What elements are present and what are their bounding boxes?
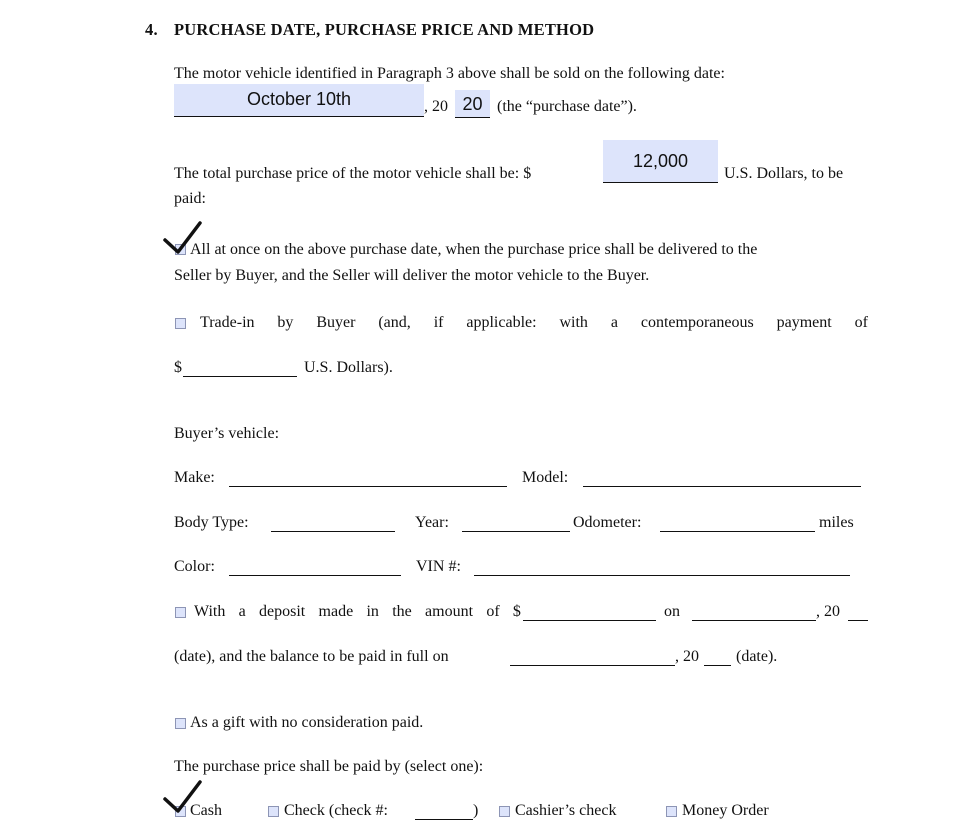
- purchase-price-prefix: The total purchase price of the motor ve…: [174, 165, 532, 182]
- buyers-vehicle-label: Buyer’s vehicle:: [174, 425, 280, 442]
- word: contemporaneous: [640, 314, 754, 331]
- word: made: [318, 603, 354, 620]
- deposit-date-field[interactable]: [692, 620, 816, 621]
- section-title: PURCHASE DATE, PURCHASE PRICE AND METHOD: [174, 20, 595, 39]
- trade-in-dollar: $: [174, 359, 182, 376]
- balance-year-prefix: , 20: [675, 648, 699, 665]
- word: applicable:: [466, 314, 537, 331]
- word: a: [238, 603, 246, 620]
- gift-label: As a gift with no consideration paid.: [190, 714, 424, 731]
- color-field[interactable]: [229, 575, 401, 576]
- deposit-year-field[interactable]: [848, 620, 868, 621]
- trade-in-checkbox[interactable]: [175, 318, 186, 329]
- year-label: Year:: [415, 514, 449, 531]
- purchase-date-underline: [174, 116, 424, 117]
- balance-date-field[interactable]: [510, 665, 675, 666]
- deposit-amount-field[interactable]: [523, 620, 656, 621]
- model-label: Model:: [522, 469, 569, 486]
- balance-line-prefix: (date), and the balance to be paid in fu…: [174, 648, 449, 665]
- purchase-date-suffix: (the “purchase date”).: [497, 98, 637, 115]
- section-number: 4.: [145, 20, 158, 39]
- word: of: [486, 603, 500, 620]
- year-field[interactable]: [462, 531, 570, 532]
- make-field[interactable]: [229, 486, 507, 487]
- purchase-year-underline: [455, 117, 490, 118]
- word: with: [559, 314, 588, 331]
- cashiers-check-label: Cashier’s check: [515, 802, 617, 819]
- cash-label: Cash: [190, 802, 222, 819]
- body-type-label: Body Type:: [174, 514, 249, 531]
- deposit-on-label: on: [664, 603, 680, 620]
- model-field[interactable]: [583, 486, 861, 487]
- deposit-year-prefix: , 20: [816, 603, 840, 620]
- word: With: [194, 603, 226, 620]
- purchase-date-field[interactable]: October 10th: [174, 84, 424, 116]
- word: by: [277, 314, 294, 331]
- purchase-price-paid-label: paid:: [174, 190, 206, 207]
- all-at-once-line1: All at once on the above purchase date, …: [190, 241, 758, 258]
- word: (and,: [378, 314, 411, 331]
- odometer-label: Odometer:: [573, 514, 642, 531]
- word: Buyer: [316, 314, 356, 331]
- trade-in-line1: Trade-in by Buyer (and, if applicable: w…: [200, 314, 868, 332]
- money-order-checkbox[interactable]: [666, 806, 677, 817]
- word: amount: [425, 603, 474, 620]
- money-order-label: Money Order: [682, 802, 769, 819]
- deposit-checkbox[interactable]: [175, 607, 186, 618]
- word: the: [392, 603, 412, 620]
- balance-year-field[interactable]: [704, 665, 731, 666]
- make-label: Make:: [174, 469, 215, 486]
- check-checkbox[interactable]: [268, 806, 279, 817]
- check-close-paren: ): [473, 802, 479, 819]
- word: of: [854, 314, 868, 331]
- body-type-field[interactable]: [271, 531, 395, 532]
- cashiers-check-checkbox[interactable]: [499, 806, 510, 817]
- color-label: Color:: [174, 558, 215, 575]
- gift-checkbox[interactable]: [175, 718, 186, 729]
- payment-method-prompt: The purchase price shall be paid by (sel…: [174, 758, 484, 775]
- word: $: [512, 603, 521, 620]
- vin-field[interactable]: [474, 575, 850, 576]
- purchase-date-intro: The motor vehicle identified in Paragrap…: [174, 65, 725, 82]
- purchase-price-field[interactable]: 12,000: [603, 140, 718, 182]
- purchase-price-underline: [603, 182, 718, 183]
- word: Trade-in: [200, 314, 255, 331]
- odometer-field[interactable]: [660, 531, 815, 532]
- word: in: [366, 603, 379, 620]
- word: if: [433, 314, 444, 331]
- all-at-once-line2: Seller by Buyer, and the Seller will del…: [174, 267, 650, 284]
- word: a: [610, 314, 618, 331]
- check-label: Check (check #:: [284, 802, 388, 819]
- deposit-line1-text: With a deposit made in the amount of $: [194, 603, 521, 621]
- purchase-year-prefix: , 20: [424, 98, 448, 115]
- trade-in-suffix: U.S. Dollars).: [304, 359, 393, 376]
- balance-line-suffix: (date).: [736, 648, 778, 665]
- purchase-year-field[interactable]: 20: [455, 90, 490, 118]
- trade-in-amount-field[interactable]: [183, 376, 297, 377]
- word: payment: [776, 314, 832, 331]
- purchase-price-suffix: U.S. Dollars, to be: [724, 165, 844, 182]
- miles-label: miles: [819, 514, 854, 531]
- vin-label: VIN #:: [416, 558, 461, 575]
- word: deposit: [259, 603, 306, 620]
- check-number-field[interactable]: [415, 819, 473, 820]
